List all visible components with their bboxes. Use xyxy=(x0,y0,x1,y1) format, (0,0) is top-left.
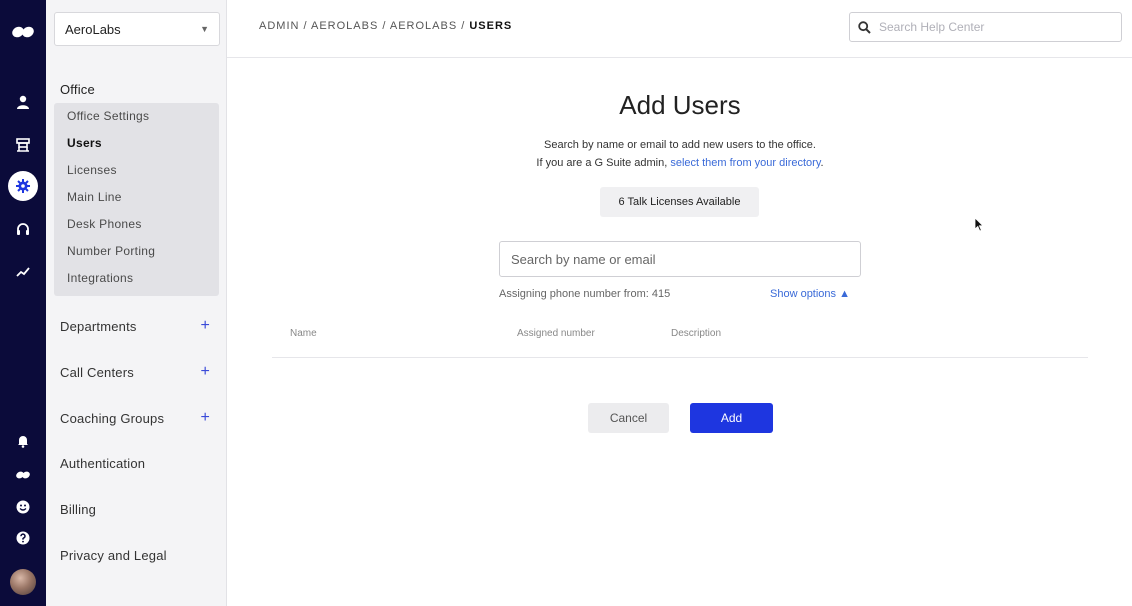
assigning-number-text: Assigning phone number from: 415 xyxy=(499,288,671,300)
help-search-input[interactable] xyxy=(879,20,1099,34)
sidebar-item-main-line[interactable]: Main Line xyxy=(67,190,122,204)
column-header-assigned-number: Assigned number xyxy=(517,328,595,339)
chevron-down-icon: ▼ xyxy=(200,24,209,34)
settings-nav-button[interactable] xyxy=(0,171,46,201)
column-header-description: Description xyxy=(671,328,722,339)
office-section-title: Office xyxy=(60,82,95,97)
breadcrumb-current: USERS xyxy=(469,20,513,32)
dialpad-logo-icon[interactable] xyxy=(0,21,46,43)
sidebar-item-desk-phones[interactable]: Desk Phones xyxy=(67,217,142,231)
breadcrumb: ADMIN / AEROLABS / AEROLABS / USERS xyxy=(259,20,512,32)
description-suffix: . xyxy=(820,157,824,169)
gear-icon xyxy=(8,171,38,201)
icon-rail xyxy=(0,0,46,606)
help-icon[interactable] xyxy=(0,527,46,549)
sidebar-item-privacy-legal[interactable]: Privacy and Legal xyxy=(60,548,210,563)
directory-link[interactable]: select them from your directory xyxy=(670,157,820,169)
add-coaching-group-icon[interactable]: + xyxy=(200,410,210,426)
add-button[interactable]: Add xyxy=(690,403,773,433)
sidebar-item-number-porting[interactable]: Number Porting xyxy=(67,244,155,258)
page-title: Add Users xyxy=(619,90,741,120)
sidebar-item-authentication[interactable]: Authentication xyxy=(60,456,210,471)
smiley-icon[interactable] xyxy=(0,496,46,518)
description-line-2: If you are a G Suite admin, select them … xyxy=(480,157,880,169)
help-search-box[interactable] xyxy=(849,12,1122,42)
licenses-available-badge: 6 Talk Licenses Available xyxy=(600,187,759,217)
sidebar-item-label: Departments xyxy=(60,318,137,334)
sidebar-item-billing[interactable]: Billing xyxy=(60,502,210,517)
sidebar-item-office-settings[interactable]: Office Settings xyxy=(67,109,149,123)
sidebar-item-integrations[interactable]: Integrations xyxy=(67,271,133,285)
description-line-1: Search by name or email to add new users… xyxy=(544,139,816,151)
add-department-icon[interactable]: + xyxy=(200,318,210,334)
sidebar-item-label: Call Centers xyxy=(60,364,134,380)
user-search-box[interactable] xyxy=(499,241,861,277)
sidebar-item-licenses[interactable]: Licenses xyxy=(67,163,117,177)
add-call-center-icon[interactable]: + xyxy=(200,364,210,380)
person-icon[interactable] xyxy=(0,91,46,113)
breadcrumb-path[interactable]: ADMIN / AEROLABS / AEROLABS / xyxy=(259,20,469,32)
dialpad-small-icon[interactable] xyxy=(0,464,46,486)
user-search-input[interactable] xyxy=(511,251,849,267)
sidebar: AeroLabs ▼ Office Office Settings Users … xyxy=(46,0,227,606)
headset-icon[interactable] xyxy=(0,218,46,240)
bell-icon[interactable] xyxy=(0,430,46,452)
mouse-cursor-icon xyxy=(974,217,984,232)
trend-chart-icon[interactable] xyxy=(0,261,46,283)
avatar xyxy=(10,569,36,595)
sidebar-item-call-centers[interactable]: Call Centers + xyxy=(60,364,210,380)
office-submenu: Office Settings Users Licenses Main Line… xyxy=(54,103,219,296)
org-select[interactable]: AeroLabs ▼ xyxy=(54,12,220,46)
sidebar-item-coaching-groups[interactable]: Coaching Groups + xyxy=(60,410,210,426)
search-icon xyxy=(858,20,871,34)
top-bar: ADMIN / AEROLABS / AEROLABS / USERS xyxy=(227,0,1132,58)
office-building-icon[interactable] xyxy=(0,134,46,156)
avatar-button[interactable] xyxy=(0,569,46,595)
table-divider xyxy=(272,357,1088,358)
column-header-name: Name xyxy=(290,328,317,339)
sidebar-item-label: Coaching Groups xyxy=(60,410,165,426)
sidebar-item-users[interactable]: Users xyxy=(67,136,102,150)
description-prefix: If you are a G Suite admin, xyxy=(536,157,671,169)
show-options-link[interactable]: Show options ▲ xyxy=(770,288,850,300)
org-select-value: AeroLabs xyxy=(65,21,121,37)
sidebar-item-departments[interactable]: Departments + xyxy=(60,318,210,334)
cancel-button[interactable]: Cancel xyxy=(588,403,669,433)
